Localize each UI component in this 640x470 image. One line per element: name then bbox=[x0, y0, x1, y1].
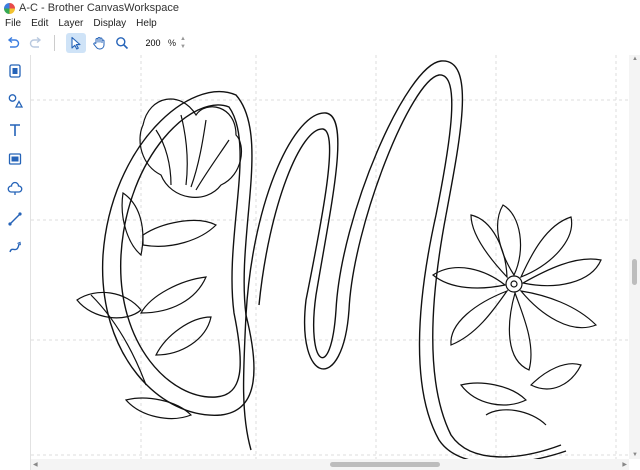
toolbar-divider bbox=[54, 34, 55, 51]
scroll-left-arrow-icon[interactable]: ◀ bbox=[33, 461, 38, 468]
menu-file[interactable]: File bbox=[0, 18, 26, 29]
app-logo-icon bbox=[4, 2, 15, 14]
window-title: A-C - Brother CanvasWorkspace bbox=[19, 2, 179, 14]
object-edit-button[interactable] bbox=[6, 62, 24, 80]
right-flower-artwork bbox=[431, 204, 602, 426]
freehand-tool-icon bbox=[9, 241, 21, 253]
tool-sidebar bbox=[0, 55, 31, 470]
canvas-artwork bbox=[31, 55, 629, 459]
text-tool-button[interactable] bbox=[6, 121, 24, 139]
vertical-scroll-thumb[interactable] bbox=[632, 259, 637, 285]
menu-display[interactable]: Display bbox=[88, 18, 131, 29]
toolbar: % ▲ ▼ bbox=[0, 31, 640, 54]
image-trace-icon bbox=[8, 153, 22, 165]
scroll-up-arrow-icon[interactable]: ▲ bbox=[632, 56, 638, 62]
scroll-right-arrow-icon[interactable]: ▶ bbox=[622, 461, 627, 468]
magnifier-icon bbox=[116, 36, 129, 49]
zoom-stepper[interactable]: ▲ ▼ bbox=[179, 35, 187, 51]
line-tool-button[interactable] bbox=[6, 210, 24, 228]
object-edit-icon bbox=[9, 64, 21, 78]
chevron-down-icon[interactable]: ▼ bbox=[180, 43, 186, 51]
menu-edit[interactable]: Edit bbox=[26, 18, 53, 29]
zoom-level-input[interactable] bbox=[140, 34, 166, 51]
auto-fill-pattern-icon bbox=[7, 181, 23, 195]
horizontal-scroll-thumb[interactable] bbox=[330, 462, 440, 467]
vertical-scrollbar[interactable]: ▲ ▼ bbox=[629, 55, 640, 459]
select-tool-button[interactable] bbox=[66, 32, 86, 53]
chevron-up-icon[interactable]: ▲ bbox=[180, 35, 186, 43]
zoom-unit-label: % bbox=[168, 37, 177, 48]
menu-help[interactable]: Help bbox=[131, 18, 162, 29]
freehand-tool-button[interactable] bbox=[6, 239, 24, 257]
undo-button[interactable] bbox=[3, 33, 23, 53]
zoom-tool-button[interactable] bbox=[112, 33, 132, 53]
left-flower-artwork bbox=[76, 98, 243, 420]
auto-fill-pattern-button[interactable] bbox=[6, 180, 24, 198]
horizontal-scrollbar[interactable]: ◀ ▶ bbox=[31, 459, 629, 470]
window-titlebar: A-C - Brother CanvasWorkspace bbox=[0, 0, 640, 16]
redo-icon bbox=[29, 36, 42, 48]
undo-icon bbox=[7, 36, 20, 48]
scroll-down-arrow-icon[interactable]: ▼ bbox=[632, 452, 638, 458]
select-pointer-icon bbox=[71, 36, 81, 50]
line-tool-icon bbox=[8, 212, 22, 226]
image-trace-button[interactable] bbox=[6, 150, 24, 168]
hand-pan-icon bbox=[93, 36, 105, 49]
text-icon bbox=[10, 124, 20, 136]
hand-tool-button[interactable] bbox=[89, 33, 109, 53]
menu-layer[interactable]: Layer bbox=[53, 18, 88, 29]
shapes-button[interactable] bbox=[6, 92, 24, 110]
menu-bar: File Edit Layer Display Help bbox=[0, 16, 640, 30]
design-canvas[interactable] bbox=[31, 55, 629, 459]
shapes-icon bbox=[8, 94, 23, 108]
redo-button[interactable] bbox=[26, 33, 46, 53]
